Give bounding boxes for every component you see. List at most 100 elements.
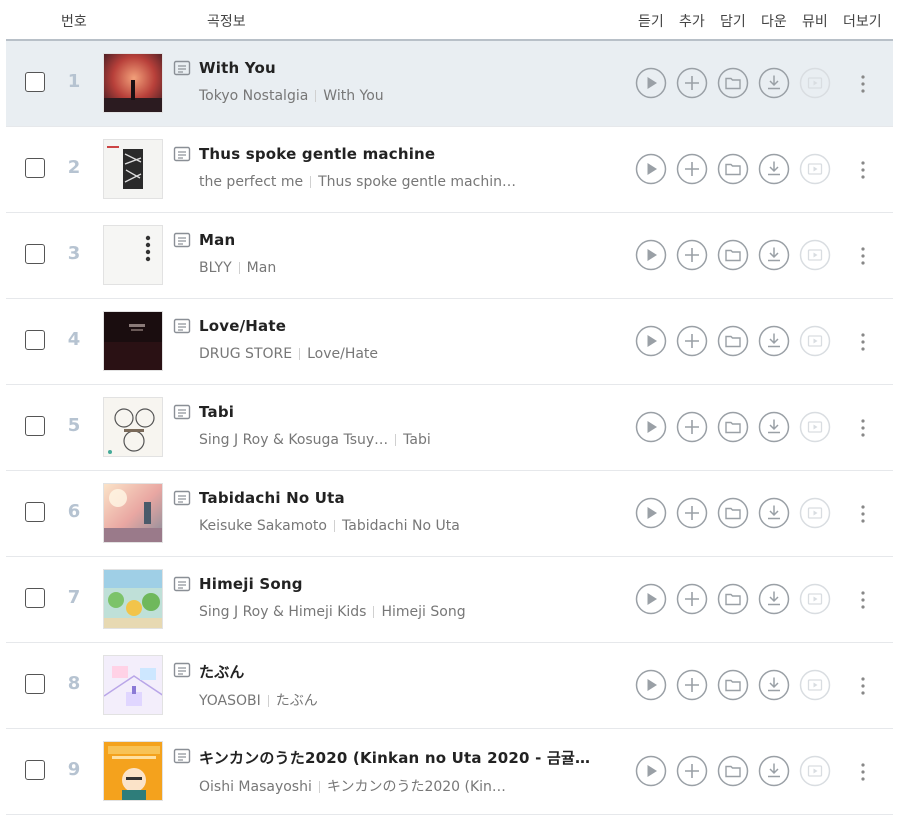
select-checkbox[interactable] bbox=[25, 502, 45, 522]
add-icon[interactable] bbox=[676, 239, 708, 271]
play-icon[interactable] bbox=[635, 67, 667, 99]
download-icon[interactable] bbox=[758, 755, 790, 787]
folder-icon[interactable] bbox=[717, 325, 749, 357]
lyrics-icon[interactable] bbox=[173, 748, 191, 766]
song-row[interactable]: 2 Thus spoke gentle machine the perfect … bbox=[6, 127, 893, 213]
download-icon[interactable] bbox=[758, 153, 790, 185]
album-link[interactable]: Himeji Song bbox=[381, 604, 465, 620]
add-icon[interactable] bbox=[676, 153, 708, 185]
song-row[interactable]: 7 Himeji Song Sing J Roy & Himeji Kids Hi… bbox=[6, 557, 893, 643]
add-icon[interactable] bbox=[676, 583, 708, 615]
lyrics-icon[interactable] bbox=[173, 318, 191, 336]
select-checkbox[interactable] bbox=[25, 588, 45, 608]
song-row[interactable]: 1 With You Tokyo Nostalgia With You bbox=[6, 41, 893, 127]
add-icon[interactable] bbox=[676, 669, 708, 701]
album-art[interactable] bbox=[103, 741, 163, 801]
folder-icon[interactable] bbox=[717, 497, 749, 529]
artist-link[interactable]: Sing J Roy & Himeji Kids bbox=[199, 604, 366, 620]
download-icon[interactable] bbox=[758, 669, 790, 701]
album-link[interactable]: Thus spoke gentle machin… bbox=[318, 174, 516, 190]
song-title[interactable]: たぶん bbox=[199, 661, 245, 682]
album-link[interactable]: たぶん bbox=[276, 693, 318, 709]
more-icon[interactable] bbox=[856, 245, 870, 267]
select-checkbox[interactable] bbox=[25, 416, 45, 436]
song-row[interactable]: 6 Tabidachi No Uta Keisuke Sakamoto Tabid… bbox=[6, 471, 893, 557]
download-icon[interactable] bbox=[758, 325, 790, 357]
album-art[interactable] bbox=[103, 655, 163, 715]
folder-icon[interactable] bbox=[717, 583, 749, 615]
artist-link[interactable]: the perfect me bbox=[199, 174, 303, 190]
more-icon[interactable] bbox=[856, 73, 870, 95]
song-title[interactable]: Man bbox=[199, 231, 235, 249]
download-icon[interactable] bbox=[758, 239, 790, 271]
folder-icon[interactable] bbox=[717, 153, 749, 185]
song-title[interactable]: With You bbox=[199, 59, 276, 77]
album-art[interactable] bbox=[103, 139, 163, 199]
play-icon[interactable] bbox=[635, 497, 667, 529]
lyrics-icon[interactable] bbox=[173, 146, 191, 164]
album-link[interactable]: Love/Hate bbox=[307, 346, 378, 362]
more-icon[interactable] bbox=[856, 589, 870, 611]
album-art[interactable] bbox=[103, 53, 163, 113]
download-icon[interactable] bbox=[758, 583, 790, 615]
song-title[interactable]: キンカンのうた2020 (Kinkan no Uta 2020 - 금귤… bbox=[199, 747, 590, 768]
add-icon[interactable] bbox=[676, 497, 708, 529]
song-row[interactable]: 9 キンカンのうた2020 (Kinkan no Uta 2020 - 금귤… … bbox=[6, 729, 893, 815]
play-icon[interactable] bbox=[635, 669, 667, 701]
select-checkbox[interactable] bbox=[25, 158, 45, 178]
download-icon[interactable] bbox=[758, 411, 790, 443]
song-title[interactable]: Tabidachi No Uta bbox=[199, 489, 345, 507]
play-icon[interactable] bbox=[635, 411, 667, 443]
album-link[interactable]: Man bbox=[247, 260, 277, 276]
song-title[interactable]: Tabi bbox=[199, 403, 234, 421]
more-icon[interactable] bbox=[856, 331, 870, 353]
album-art[interactable] bbox=[103, 311, 163, 371]
lyrics-icon[interactable] bbox=[173, 576, 191, 594]
more-icon[interactable] bbox=[856, 159, 870, 181]
play-icon[interactable] bbox=[635, 755, 667, 787]
artist-link[interactable]: Keisuke Sakamoto bbox=[199, 518, 327, 534]
artist-link[interactable]: Tokyo Nostalgia bbox=[199, 88, 308, 104]
select-checkbox[interactable] bbox=[25, 72, 45, 92]
lyrics-icon[interactable] bbox=[173, 490, 191, 508]
lyrics-icon[interactable] bbox=[173, 662, 191, 680]
add-icon[interactable] bbox=[676, 411, 708, 443]
artist-link[interactable]: Sing J Roy & Kosuga Tsuy… bbox=[199, 432, 388, 448]
lyrics-icon[interactable] bbox=[173, 404, 191, 422]
album-link[interactable]: Tabidachi No Uta bbox=[342, 518, 460, 534]
song-row[interactable]: 4 Love/Hate DRUG STORE Love/Hate bbox=[6, 299, 893, 385]
folder-icon[interactable] bbox=[717, 67, 749, 99]
song-title[interactable]: Himeji Song bbox=[199, 575, 303, 593]
add-icon[interactable] bbox=[676, 325, 708, 357]
album-link[interactable]: Tabi bbox=[403, 432, 431, 448]
song-title[interactable]: Love/Hate bbox=[199, 317, 286, 335]
folder-icon[interactable] bbox=[717, 755, 749, 787]
play-icon[interactable] bbox=[635, 583, 667, 615]
album-art[interactable] bbox=[103, 397, 163, 457]
lyrics-icon[interactable] bbox=[173, 60, 191, 78]
song-row[interactable]: 5 Tabi Sing J Roy & Kosuga Tsuy… Tabi bbox=[6, 385, 893, 471]
download-icon[interactable] bbox=[758, 497, 790, 529]
select-checkbox[interactable] bbox=[25, 244, 45, 264]
artist-link[interactable]: BLYY bbox=[199, 260, 232, 276]
select-checkbox[interactable] bbox=[25, 760, 45, 780]
artist-link[interactable]: YOASOBI bbox=[199, 693, 261, 709]
add-icon[interactable] bbox=[676, 67, 708, 99]
play-icon[interactable] bbox=[635, 325, 667, 357]
song-row[interactable]: 3 Man BLYY Man bbox=[6, 213, 893, 299]
song-row[interactable]: 8 たぶん YOASOBI たぶん bbox=[6, 643, 893, 729]
artist-link[interactable]: Oishi Masayoshi bbox=[199, 779, 312, 795]
select-checkbox[interactable] bbox=[25, 674, 45, 694]
folder-icon[interactable] bbox=[717, 669, 749, 701]
more-icon[interactable] bbox=[856, 417, 870, 439]
album-art[interactable] bbox=[103, 225, 163, 285]
album-link[interactable]: キンカンのうた2020 (Kin… bbox=[327, 779, 506, 795]
add-icon[interactable] bbox=[676, 755, 708, 787]
more-icon[interactable] bbox=[856, 761, 870, 783]
play-icon[interactable] bbox=[635, 239, 667, 271]
album-link[interactable]: With You bbox=[323, 88, 383, 104]
folder-icon[interactable] bbox=[717, 411, 749, 443]
song-title[interactable]: Thus spoke gentle machine bbox=[199, 145, 435, 163]
album-art[interactable] bbox=[103, 569, 163, 629]
folder-icon[interactable] bbox=[717, 239, 749, 271]
